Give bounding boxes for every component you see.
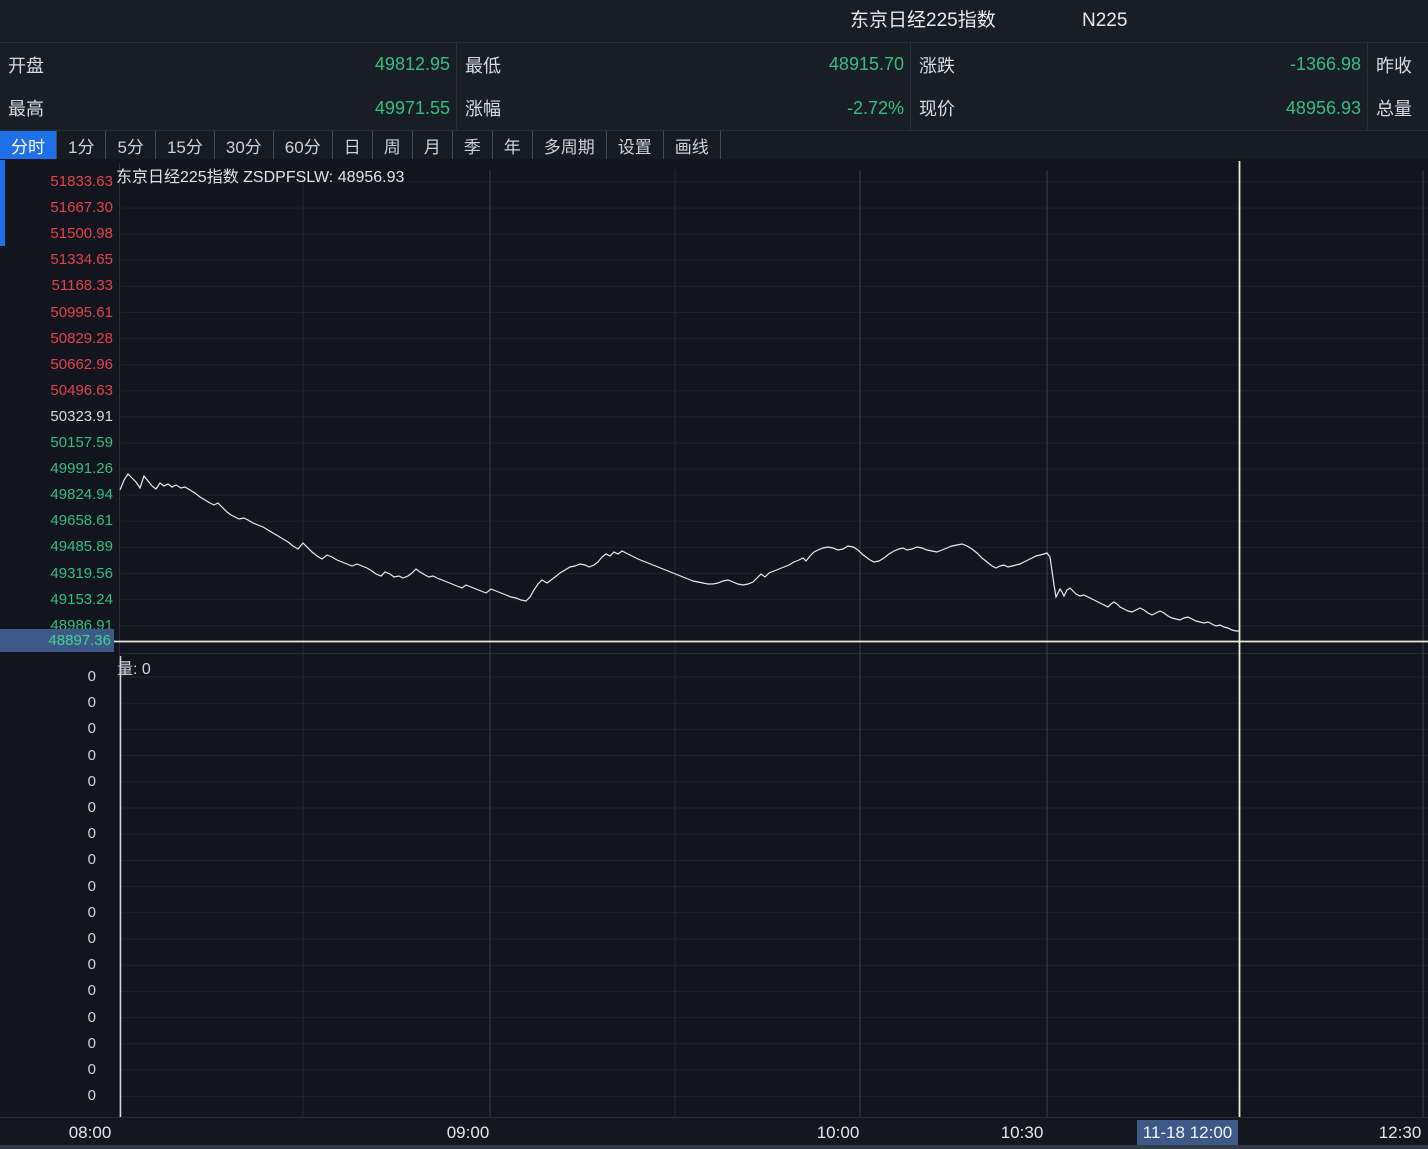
quote-field: 涨跌 -1366.98	[911, 43, 1367, 87]
tab-分时[interactable]: 分时	[0, 131, 57, 159]
volume-legend: 量: 0	[117, 655, 151, 679]
volume-axis-label: 0	[0, 668, 112, 686]
quote-label: 现价	[919, 95, 955, 121]
quote-grid: 开盘 49812.95 最高 49971.55 最低 48915.70 涨幅 -2.72% 涨跌…	[0, 43, 1428, 131]
quote-label: 涨幅	[465, 95, 501, 121]
chart-region[interactable]: 东京日经225指数 ZSDPFSLW: 48956.93 51833.63 516…	[0, 159, 1428, 1149]
time-axis-label: 12:30	[1379, 1123, 1422, 1143]
tab-设置[interactable]: 设置	[607, 131, 664, 159]
quote-field: 涨幅 -2.72%	[457, 87, 910, 131]
legend-series-value: ZSDPFSLW: 48956.93	[243, 169, 404, 186]
volume-axis-label: 0	[0, 956, 112, 974]
time-axis-label: 09:00	[447, 1123, 490, 1143]
legend-series-name: 东京日经225指数	[116, 169, 239, 186]
volume-axis-label: 0	[0, 930, 112, 948]
volume-axis-label: 0	[0, 1035, 112, 1053]
tab-60分[interactable]: 60分	[274, 131, 333, 159]
quote-column: 开盘 49812.95 最高 49971.55	[0, 43, 457, 130]
tab-15分[interactable]: 15分	[156, 131, 215, 159]
time-axis-label: 08:00	[69, 1123, 112, 1143]
volume-axis-label: 0	[0, 878, 112, 896]
price-axis-label: 50496.63	[3, 382, 113, 400]
tab-5分[interactable]: 5分	[106, 131, 155, 159]
price-axis-label: 49991.26	[3, 460, 113, 478]
volume-axis-label: 0	[0, 799, 112, 817]
volume-axis-label: 0	[0, 694, 112, 712]
quote-field: 开盘 49812.95	[0, 43, 456, 87]
quote-field: 总量	[1368, 87, 1428, 131]
price-axis-label: 50829.28	[3, 330, 113, 348]
volume-axis-label: 0	[0, 1087, 112, 1105]
quote-label: 昨收	[1376, 52, 1412, 78]
quote-column: 昨收总量	[1368, 43, 1428, 130]
quote-field: 现价 48956.93	[911, 87, 1367, 131]
volume-axis-label: 0	[0, 825, 112, 843]
quote-value: 48915.70	[829, 54, 904, 75]
price-axis-label: 50323.91	[3, 408, 113, 426]
tab-月[interactable]: 月	[413, 131, 453, 159]
price-axis-label: 51500.98	[3, 225, 113, 243]
price-axis-label: 50157.59	[3, 434, 113, 452]
quote-label: 涨跌	[919, 52, 955, 78]
crosshair-price-label: 48897.36	[0, 629, 114, 652]
volume-axis-label: 0	[0, 982, 112, 1000]
tab-年[interactable]: 年	[493, 131, 533, 159]
chart-legend: 东京日经225指数 ZSDPFSLW: 48956.93	[116, 163, 404, 187]
price-axis-label: 49658.61	[3, 512, 113, 530]
volume-axis-label: 0	[0, 851, 112, 869]
quote-value: 48956.93	[1286, 98, 1361, 119]
quote-column: 最低 48915.70 涨幅 -2.72%	[457, 43, 911, 130]
tab-日[interactable]: 日	[333, 131, 373, 159]
quote-value: 49971.55	[375, 98, 450, 119]
header-bar: 东京日经225指数 N225	[0, 0, 1428, 43]
time-axis-label: 10:00	[817, 1123, 860, 1143]
bottom-edge-strip	[0, 1145, 1428, 1149]
volume-axis-label: 0	[0, 747, 112, 765]
stock-app-window: 东京日经225指数 N225 开盘 49812.95 最高 49971.55 最低 489…	[0, 0, 1428, 1149]
tab-1分[interactable]: 1分	[57, 131, 106, 159]
price-axis-label: 49824.94	[3, 486, 113, 504]
quote-label: 最低	[465, 52, 501, 78]
quote-column: 涨跌 -1366.98 现价 48956.93	[911, 43, 1368, 130]
quote-field: 最低 48915.70	[457, 43, 910, 87]
time-axis-label: 10:30	[1001, 1123, 1044, 1143]
quote-value: -2.72%	[847, 98, 904, 119]
price-axis-label: 49485.89	[3, 538, 113, 556]
quote-label: 开盘	[8, 52, 44, 78]
period-tab-bar: 分时1分5分15分30分60分日周月季年多周期设置画线	[0, 131, 1428, 159]
tab-周[interactable]: 周	[373, 131, 413, 159]
price-line	[120, 474, 1239, 631]
price-axis-label: 49319.56	[3, 565, 113, 583]
tab-30分[interactable]: 30分	[215, 131, 274, 159]
quote-value: -1366.98	[1290, 54, 1361, 75]
volume-axis-label: 0	[0, 904, 112, 922]
instrument-symbol: N225	[1082, 0, 1127, 42]
price-axis-label: 50995.61	[3, 304, 113, 322]
price-axis-label: 49153.24	[3, 591, 113, 609]
volume-axis-label: 0	[0, 720, 112, 738]
tab-多周期[interactable]: 多周期	[533, 131, 607, 159]
instrument-title: 东京日经225指数	[850, 0, 996, 42]
volume-axis-label: 0	[0, 1009, 112, 1027]
price-axis-label: 51168.33	[3, 277, 113, 295]
quote-value: 49812.95	[375, 54, 450, 75]
quote-field: 昨收	[1368, 43, 1428, 87]
crosshair-time-label: 11-18 12:00	[1137, 1120, 1238, 1145]
tab-画线[interactable]: 画线	[664, 131, 721, 159]
price-axis-label: 50662.96	[3, 356, 113, 374]
quote-label: 最高	[8, 95, 44, 121]
price-axis-label: 51667.30	[3, 199, 113, 217]
volume-axis-label: 0	[0, 773, 112, 791]
quote-field: 最高 49971.55	[0, 87, 456, 131]
chart-canvas[interactable]	[0, 159, 1428, 1149]
volume-axis-label: 0	[0, 1061, 112, 1079]
price-axis-label: 51833.63	[3, 173, 113, 191]
price-axis-label: 51334.65	[3, 251, 113, 269]
tab-季[interactable]: 季	[453, 131, 493, 159]
quote-label: 总量	[1376, 95, 1412, 121]
